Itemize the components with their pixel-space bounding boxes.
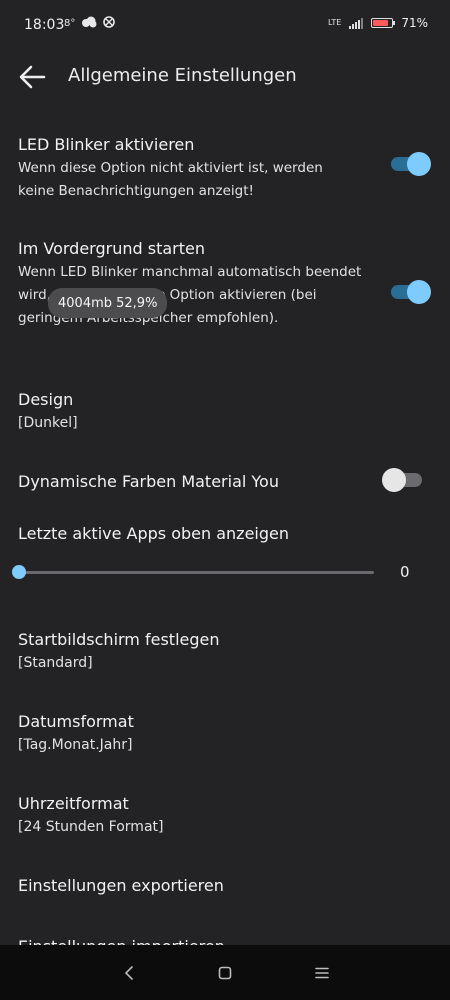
setting-title: LED Blinker aktivieren	[18, 135, 195, 154]
setting-value: [Standard]	[18, 655, 93, 671]
battery-percent: 71%	[401, 16, 428, 30]
status-bar: 18:03 8° LTE 71%	[0, 0, 450, 50]
xbox-icon	[103, 16, 116, 31]
network-indicator: LTE	[328, 19, 341, 27]
setting-title: Dynamische Farben Material You	[18, 472, 279, 491]
slider-value: 0	[400, 563, 410, 581]
setting-title: Einstellungen exportieren	[18, 876, 224, 895]
back-nav-icon	[125, 966, 133, 980]
setting-title: Im Vordergrund starten	[18, 239, 205, 258]
setting-value: [Tag.Monat.Jahr]	[18, 737, 133, 753]
led-blinker-switch[interactable]	[391, 152, 431, 176]
foreground-switch[interactable]	[391, 280, 431, 304]
nav-home-button[interactable]	[210, 959, 240, 987]
setting-value: [Dunkel]	[18, 415, 78, 431]
status-left-icons: 8°	[64, 16, 116, 31]
recents-nav-icon	[315, 967, 329, 979]
temperature-text: 8°	[64, 18, 76, 29]
setting-time-format[interactable]: Uhrzeitformat [24 Stunden Format]	[18, 792, 432, 838]
nav-back-button[interactable]	[114, 959, 144, 987]
setting-material-you[interactable]: Dynamische Farben Material You	[18, 470, 432, 494]
cloud-icon	[81, 16, 97, 31]
setting-title: Letzte aktive Apps oben anzeigen	[18, 524, 290, 543]
setting-design[interactable]: Design [Dunkel]	[18, 388, 432, 434]
setting-title: Datumsformat	[18, 712, 134, 731]
battery-icon	[371, 18, 396, 28]
setting-export[interactable]: Einstellungen exportieren	[18, 874, 432, 898]
setting-led-blinker[interactable]: LED Blinker aktivieren Wenn diese Option…	[18, 133, 432, 203]
slider-thumb[interactable]	[12, 565, 26, 579]
back-button[interactable]	[14, 59, 50, 95]
setting-title: Uhrzeitformat	[18, 794, 129, 813]
setting-value: [24 Stunden Format]	[18, 819, 164, 835]
memory-usage-toast: 4004mb 52,9%	[48, 288, 168, 318]
recent-apps-slider[interactable]	[12, 562, 374, 582]
app-bar: Allgemeine Einstellungen	[0, 54, 450, 100]
memory-usage-text: 4004mb 52,9%	[58, 295, 158, 311]
setting-recent-apps: Letzte aktive Apps oben anzeigen	[18, 522, 432, 546]
page-title: Allgemeine Einstellungen	[68, 65, 297, 86]
material-you-switch[interactable]	[382, 468, 422, 492]
status-right: LTE 71%	[328, 16, 428, 30]
setting-date-format[interactable]: Datumsformat [Tag.Monat.Jahr]	[18, 710, 432, 756]
setting-description: Wenn diese Option nicht aktiviert ist, w…	[18, 160, 323, 199]
nav-recents-button[interactable]	[307, 959, 337, 987]
system-nav-bar	[0, 945, 450, 1000]
network-type: LTE	[328, 18, 342, 27]
setting-home-screen[interactable]: Startbildschirm festlegen [Standard]	[18, 628, 432, 674]
setting-title: Design	[18, 390, 74, 409]
status-time: 18:03	[24, 17, 65, 33]
arrow-back-icon	[19, 65, 46, 89]
signal-icon	[349, 17, 364, 29]
settings-screen: 18:03 8° LTE 71% Allgemeine Einstellunge…	[0, 0, 450, 1000]
home-nav-icon	[218, 966, 232, 980]
setting-title: Startbildschirm festlegen	[18, 630, 220, 649]
